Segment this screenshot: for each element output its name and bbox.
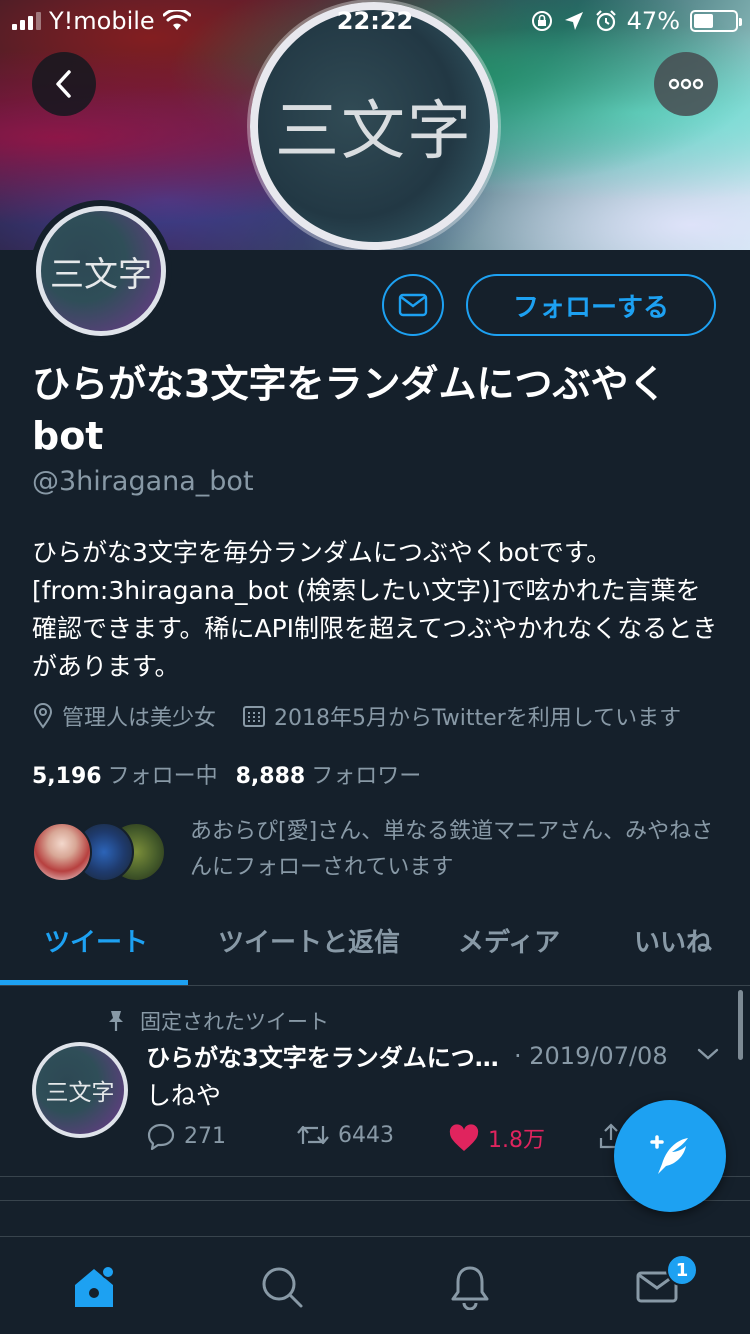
retweet-button[interactable]: 6443	[296, 1122, 394, 1148]
following-label: フォロー中	[107, 764, 218, 789]
follow-button[interactable]: フォローする	[466, 274, 716, 336]
profile-bio: ひらがな3文字を毎分ランダムにつぶやくbotです。[from:3hiragana…	[32, 538, 718, 681]
alarm-icon	[595, 10, 616, 32]
rotation-lock-icon	[531, 11, 552, 31]
retweet-count: 6443	[338, 1122, 394, 1148]
followed-by-text: あおらぴ[愛]さん、単なる鉄道マニアさん、みやねさんにフォローされています	[190, 819, 714, 880]
followers-label: フォロワー	[311, 764, 422, 789]
pin-icon	[109, 1011, 123, 1031]
tweet-header: ひらがな3文字をランダムにつぶやくbot · 2019/07/08	[146, 1038, 686, 1073]
tweet-text: しねや	[146, 1081, 222, 1110]
nav-search[interactable]	[252, 1257, 312, 1317]
profile-avatar[interactable]: 三文字	[30, 200, 172, 342]
pinned-label-text: 固定されたツイート	[140, 1010, 329, 1034]
tweet-author-name[interactable]: ひらがな3文字をランダムにつぶやくbot	[146, 1038, 506, 1073]
followed-by[interactable]: あおらぴ[愛]さん、単なる鉄道マニアさん、みやねさんにフォローされています	[32, 814, 722, 894]
bell-icon	[451, 1266, 489, 1310]
tweet-date: · 2019/07/08	[514, 1041, 668, 1070]
user-handle: @3hiragana_bot	[32, 466, 254, 497]
tweet-avatar-text: 三文字	[45, 1080, 115, 1106]
profile-meta: 管理人は美少女 2018年5月からTwitterを利用しています	[32, 700, 707, 732]
follower-avatar	[32, 822, 92, 882]
back-button[interactable]	[32, 52, 96, 116]
pinned-tweet-label: 固定されたツイート	[106, 1006, 329, 1036]
profile-tabs: ツイート ツイートと返信 メディア いいね	[0, 900, 750, 986]
like-count: 1.8万	[488, 1128, 545, 1153]
display-name: ひらがな3文字をランダムにつぶやくbot	[32, 362, 667, 458]
messages-badge: 1	[666, 1254, 698, 1286]
nav-home[interactable]	[64, 1257, 124, 1317]
tweet-menu-button[interactable]	[696, 1046, 720, 1066]
home-icon	[75, 1265, 115, 1307]
followers-count: 8,888	[235, 764, 306, 789]
follow-counts: 5,196 フォロー中 8,888 フォロワー	[32, 758, 421, 790]
heart-filled-icon	[449, 1124, 479, 1151]
scrollbar[interactable]	[738, 990, 743, 1060]
location-pin-icon	[33, 703, 53, 729]
chevron-down-icon	[697, 1048, 719, 1060]
following-link[interactable]: 5,196 フォロー中	[32, 758, 218, 790]
location-icon	[564, 12, 583, 30]
reply-count: 271	[184, 1123, 226, 1149]
bottom-navigation	[0, 1236, 750, 1334]
search-icon	[262, 1267, 303, 1308]
tab-tweets[interactable]: ツイート	[44, 922, 148, 959]
profile-location: 管理人は美少女	[62, 706, 217, 731]
profile-joined: 2018年5月からTwitterを利用しています	[274, 706, 682, 731]
tab-media[interactable]: メディア	[458, 922, 560, 959]
battery-icon	[690, 10, 742, 32]
reply-button[interactable]: 271	[146, 1122, 226, 1150]
chevron-left-icon	[56, 70, 71, 98]
more-horizontal-icon	[668, 78, 704, 90]
avatar-text: 三文字	[50, 254, 152, 295]
tab-tweets-replies[interactable]: ツイートと返信	[218, 922, 400, 959]
following-count: 5,196	[32, 764, 102, 789]
mail-icon	[398, 293, 428, 317]
followers-link[interactable]: 8,888 フォロワー	[236, 758, 422, 790]
banner-logo-text: 三文字	[275, 95, 473, 169]
tweet-avatar[interactable]: 三文字	[32, 1042, 128, 1138]
more-options-button[interactable]	[654, 52, 718, 116]
calendar-icon	[243, 706, 266, 727]
tab-likes[interactable]: いいね	[634, 922, 712, 959]
like-button[interactable]: 1.8万	[448, 1122, 545, 1154]
tweet-actions: 271 6443 1.8万	[146, 1122, 626, 1158]
compose-tweet-button[interactable]	[614, 1100, 726, 1212]
message-button[interactable]	[382, 274, 444, 336]
nav-notifications[interactable]	[440, 1257, 500, 1317]
battery-percent: 47%	[626, 7, 680, 35]
reply-icon	[147, 1123, 175, 1150]
active-tab-indicator	[0, 980, 188, 985]
retweet-icon	[297, 1125, 329, 1145]
compose-feather-icon	[650, 1135, 688, 1174]
status-bar: Y!mobile 22:22 47%	[0, 0, 750, 40]
